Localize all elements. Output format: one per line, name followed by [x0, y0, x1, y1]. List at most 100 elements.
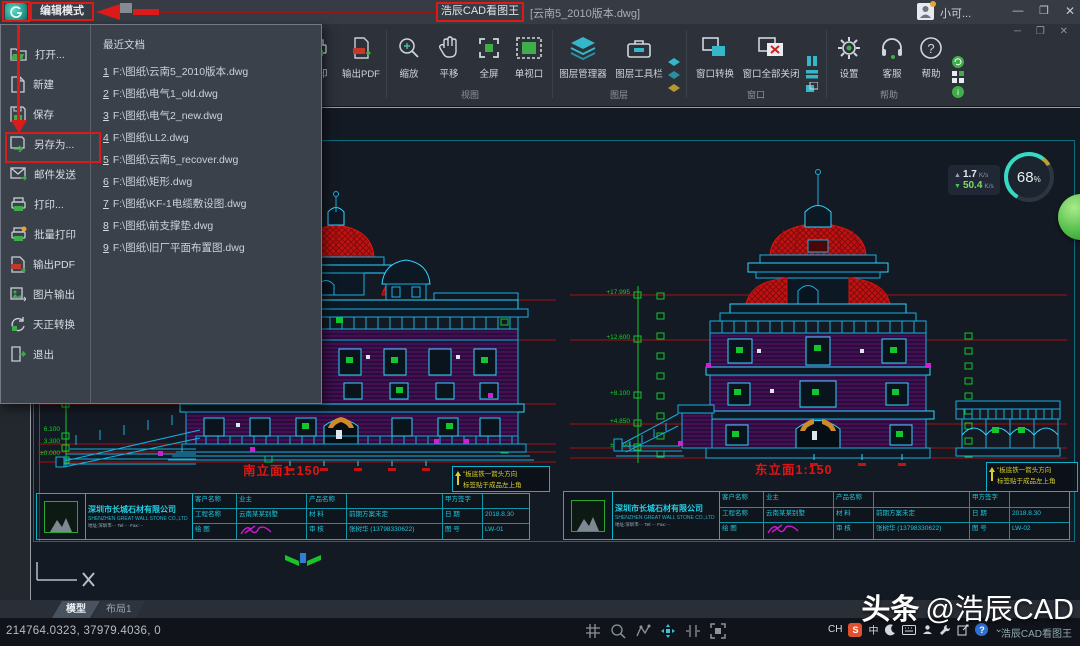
level-label: +12.600: [606, 334, 630, 341]
ribbon-layer-manager-button[interactable]: 图层管理器: [556, 30, 610, 90]
tab-model[interactable]: 模型: [52, 601, 100, 618]
doc-window-controls[interactable]: ─ ❐ ✕: [1014, 26, 1074, 37]
cell-value: 云南某某别墅: [237, 509, 307, 524]
svg-text:i: i: [957, 88, 959, 97]
zoom-extent-icon[interactable]: [610, 623, 626, 639]
cell-label: 日 期: [970, 508, 1010, 524]
menu-item-new[interactable]: 新建: [1, 69, 90, 99]
company-name-cn: 深圳市长城石材有限公司: [615, 503, 717, 514]
cell-label: 产品名称: [307, 494, 347, 509]
layer-on-icon: [668, 58, 680, 68]
titleblock-logo: [564, 492, 613, 539]
ribbon-export-pdf-button[interactable]: 输出PDF: [338, 30, 384, 90]
recent-file[interactable]: 6F:\图纸\矩形.dwg: [103, 171, 321, 193]
cell-label: 图 号: [443, 524, 483, 539]
up-arrow-icon: [989, 467, 995, 481]
ribbon-close-all-button[interactable]: 窗口全部关闭: [740, 30, 802, 90]
exit-door-icon: [10, 346, 26, 362]
layers-icon: [556, 30, 610, 66]
ribbon-layer-toolbar-button[interactable]: 图层工具栏: [612, 30, 666, 90]
memory-gauge[interactable]: 68%: [1004, 152, 1054, 202]
recent-file[interactable]: 9F:\图纸\旧厂平面布置图.dwg: [103, 237, 321, 259]
cell-value: 业主: [237, 494, 307, 509]
ime-lang[interactable]: CH: [828, 624, 842, 635]
user-name[interactable]: 小可...: [940, 5, 971, 21]
recent-file[interactable]: 5F:\图纸\云南5_recover.dwg: [103, 149, 321, 171]
menu-item-batch-print[interactable]: 批量打印: [1, 219, 90, 249]
menu-item-exit[interactable]: 退出: [1, 339, 90, 369]
close-button[interactable]: ✕: [1058, 0, 1080, 23]
annotation-vline: [17, 25, 20, 122]
upload-speed: ▲ 1.7K/s: [954, 169, 994, 180]
signature-scribble: [239, 524, 273, 536]
update-icon: [952, 56, 964, 68]
recent-file[interactable]: 8F:\图纸\前支撑垫.dwg: [103, 215, 321, 237]
ribbon-help-button[interactable]: ? 帮助: [914, 30, 948, 90]
ribbon-zoom-button[interactable]: 缩放: [390, 30, 428, 90]
user-avatar[interactable]: [917, 3, 934, 20]
document-title: [云南5_2010版本.dwg]: [530, 5, 640, 21]
ribbon-settings-button[interactable]: 设置: [830, 30, 868, 90]
ribbon-fullscreen-button[interactable]: 全屏: [470, 30, 508, 90]
menu-item-export-pdf[interactable]: 输出PDF: [1, 249, 90, 279]
title-bar: 编辑模式 浩辰CAD看图王 [云南5_2010版本.dwg] 小可... — ❐…: [0, 0, 1080, 25]
cell-label: 工程名称: [193, 509, 237, 524]
level-label: 3.300: [44, 438, 61, 445]
ribbon-pan-button[interactable]: 平移: [430, 30, 468, 90]
window-mini-icons[interactable]: [806, 56, 818, 92]
pdf-doc-icon: [338, 30, 384, 66]
cell-label: 绘 图: [720, 523, 764, 539]
ribbon-window-switch-button[interactable]: 窗口转换: [692, 30, 738, 90]
cell-label: 产品名称: [834, 492, 874, 508]
group-label-layer: 图层: [556, 88, 682, 102]
menu-item-email[interactable]: 邮件发送: [1, 159, 90, 189]
apps-icon: [952, 71, 964, 83]
help-mini-icons[interactable]: i: [952, 56, 964, 98]
recent-file[interactable]: 1F:\图纸\云南5_2010版本.dwg: [103, 61, 321, 83]
company-contact: 地址:深圳市··· Tel:··· Fax:···: [615, 522, 717, 528]
annotation-box-logo: [2, 1, 30, 22]
menu-item-open[interactable]: 打开...: [1, 39, 90, 69]
level-label: +17.995: [606, 289, 630, 296]
tab-layout1[interactable]: 布局1: [92, 601, 146, 618]
cell-label: 甲方签字: [443, 494, 483, 509]
menu-item-export-image[interactable]: 图片输出: [1, 279, 90, 309]
menu-item-print[interactable]: 打印...: [1, 189, 90, 219]
net-monitor-overlay[interactable]: ▲ 1.7K/s ▼ 50.4K/s 68%: [948, 152, 1054, 202]
fullscreen-icon: [470, 30, 508, 66]
recent-file[interactable]: 3F:\图纸\电气2_new.dwg: [103, 105, 321, 127]
fullscreen-toggle-icon[interactable]: [710, 623, 726, 639]
cell-value: 云南某某别墅: [764, 508, 834, 524]
cell-value: 张树华 (13798330622): [347, 524, 443, 539]
cell-value: [1010, 492, 1069, 508]
image-icon: [10, 286, 26, 302]
recent-file[interactable]: 4F:\图纸\LL2.dwg: [103, 127, 321, 149]
annotation-arrow-bar: [133, 9, 159, 15]
menu-item-tianzheng[interactable]: 天正转换: [1, 309, 90, 339]
minimize-button[interactable]: —: [1006, 0, 1030, 23]
tile-horizontal-icon: [806, 69, 818, 79]
recent-file[interactable]: 2F:\图纸\电气1_old.dwg: [103, 83, 321, 105]
pan-icon[interactable]: [660, 623, 676, 639]
grid-toggle-icon[interactable]: [585, 623, 601, 639]
app-window: 编辑模式 浩辰CAD看图王 [云南5_2010版本.dwg] 小可... — ❐…: [0, 0, 1080, 646]
signature-scribble: [766, 523, 800, 535]
restore-button[interactable]: ❐: [1032, 0, 1056, 23]
ribbon-single-viewport-button[interactable]: 单视口: [508, 30, 550, 90]
annotation-arrow-icon: [96, 4, 120, 20]
question-icon: ?: [914, 30, 948, 66]
edit-mode-button[interactable]: 编辑模式: [33, 4, 91, 19]
ribbon-service-button[interactable]: 客服: [872, 30, 912, 90]
company-name-en: SHENZHEN GREAT WALL STONE CO.,LTD: [88, 516, 190, 522]
polyline-icon[interactable]: [635, 623, 651, 639]
cell-value: 2018.8.30: [1010, 508, 1069, 524]
recent-file[interactable]: 7F:\图纸\KF-1电缆敷设图.dwg: [103, 193, 321, 215]
group-label-help: 帮助: [830, 88, 948, 102]
cell-label: 工程名称: [720, 508, 764, 524]
cell-value: [347, 494, 443, 509]
level-label: +4.850: [610, 418, 630, 425]
sticker-note-east: "板底铁一箭头方向标签贴于成品左上角: [986, 462, 1078, 492]
cell-label: 材 料: [834, 508, 874, 524]
cell-value: 业主: [764, 492, 834, 508]
offset-icon[interactable]: [685, 623, 701, 639]
